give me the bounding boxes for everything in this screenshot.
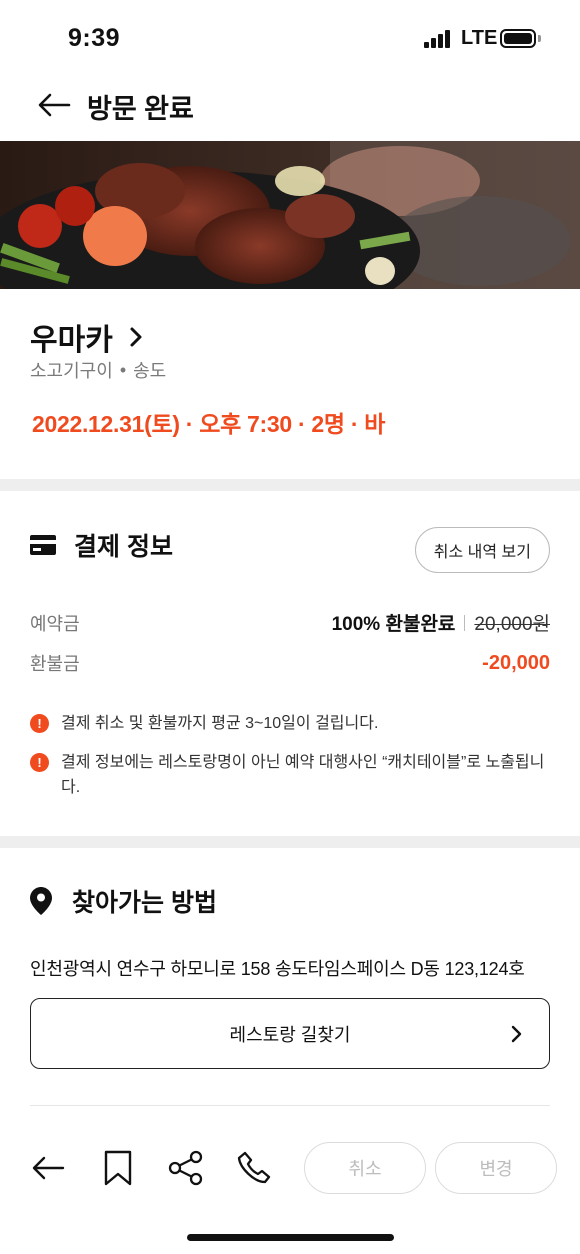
share-icon[interactable] bbox=[166, 1148, 206, 1188]
info-icon: ! bbox=[30, 753, 49, 772]
restaurant-name-link[interactable]: 우마카 bbox=[30, 315, 143, 359]
cancel-history-button[interactable]: 취소 내역 보기 bbox=[414, 527, 550, 573]
restaurant-photo bbox=[0, 141, 580, 289]
page-title: 방문 완료 bbox=[87, 94, 194, 124]
back-arrow-icon[interactable] bbox=[34, 88, 74, 122]
deposit-row: 예약금 100% 환불완료 20,000원 bbox=[30, 609, 550, 636]
refund-label: 환불금 bbox=[30, 654, 80, 674]
deposit-status: 100% 환불완료 bbox=[331, 614, 456, 635]
directions-button-label: 레스토랑 길찾기 bbox=[229, 1024, 351, 1045]
battery-icon bbox=[500, 29, 536, 48]
content-divider bbox=[30, 1105, 550, 1106]
bookmark-icon[interactable] bbox=[98, 1148, 138, 1188]
restaurant-info: 우마카 소고기구이 • 송도 2022.12.31(토) · 오후 7:30 ·… bbox=[0, 289, 580, 479]
reservation-details: 2022.12.31(토) · 오후 7:30 · 2명 · 바 bbox=[32, 411, 386, 437]
phone-icon[interactable] bbox=[234, 1148, 274, 1188]
payment-title: 결제 정보 bbox=[74, 533, 173, 561]
notice-text: 결제 취소 및 환불까지 평균 3~10일이 걸립니다. bbox=[61, 715, 379, 732]
bottom-action-bar: 취소 변경 bbox=[0, 1130, 580, 1254]
payment-section: 결제 정보 취소 내역 보기 예약금 100% 환불완료 20,000원 환불금… bbox=[0, 491, 580, 836]
directions-section: 찾아가는 방법 인천광역시 연수구 하모니로 158 송도타임스페이스 D동 1… bbox=[0, 847, 580, 1127]
location-pin-icon bbox=[30, 887, 52, 915]
deposit-label: 예약금 bbox=[30, 613, 80, 634]
value-separator bbox=[464, 614, 466, 631]
back-arrow-icon[interactable] bbox=[28, 1148, 68, 1188]
section-divider bbox=[0, 479, 580, 491]
network-label: LTE bbox=[461, 27, 498, 49]
directions-title: 찾아가는 방법 bbox=[72, 889, 217, 917]
deposit-value: 100% 환불완료 20,000원 bbox=[332, 609, 550, 636]
payment-notice: ! 결제 취소 및 환불까지 평균 3~10일이 걸립니다. bbox=[30, 711, 546, 736]
refund-value: -20,000 bbox=[482, 651, 550, 674]
card-icon bbox=[30, 535, 56, 555]
chevron-right-icon bbox=[511, 1025, 522, 1043]
meta-separator: • bbox=[119, 359, 127, 380]
payment-header: 결제 정보 bbox=[30, 527, 173, 563]
home-indicator bbox=[187, 1234, 394, 1241]
change-reservation-button[interactable]: 변경 bbox=[435, 1142, 557, 1194]
restaurant-name: 우마카 bbox=[30, 324, 113, 357]
top-bar: 방문 완료 bbox=[0, 78, 580, 141]
restaurant-category: 소고기구이 bbox=[30, 361, 113, 381]
deposit-original-price: 20,000원 bbox=[474, 614, 550, 635]
restaurant-meta: 소고기구이 • 송도 bbox=[30, 357, 166, 383]
chevron-right-icon bbox=[130, 327, 142, 347]
signal-icon bbox=[424, 30, 454, 48]
restaurant-address: 인천광역시 연수구 하모니로 158 송도타임스페이스 D동 123,124호 bbox=[30, 959, 525, 979]
directions-header: 찾아가는 방법 bbox=[30, 883, 217, 919]
status-time: 9:39 bbox=[68, 24, 121, 52]
restaurant-location: 송도 bbox=[133, 361, 167, 381]
info-icon: ! bbox=[30, 714, 49, 733]
payment-notice: ! 결제 정보에는 레스토랑명이 아닌 예약 대행사인 “캐치테이블”로 노출됩… bbox=[30, 750, 546, 800]
refund-row: 환불금 -20,000 bbox=[30, 650, 550, 676]
cancel-reservation-button[interactable]: 취소 bbox=[304, 1142, 426, 1194]
battery-tip bbox=[538, 35, 541, 42]
notice-text: 결제 정보에는 레스토랑명이 아닌 예약 대행사인 “캐치테이블”로 노출됩니다… bbox=[61, 754, 545, 796]
status-bar: 9:39 LTE bbox=[0, 0, 580, 78]
directions-button[interactable]: 레스토랑 길찾기 bbox=[30, 998, 550, 1069]
